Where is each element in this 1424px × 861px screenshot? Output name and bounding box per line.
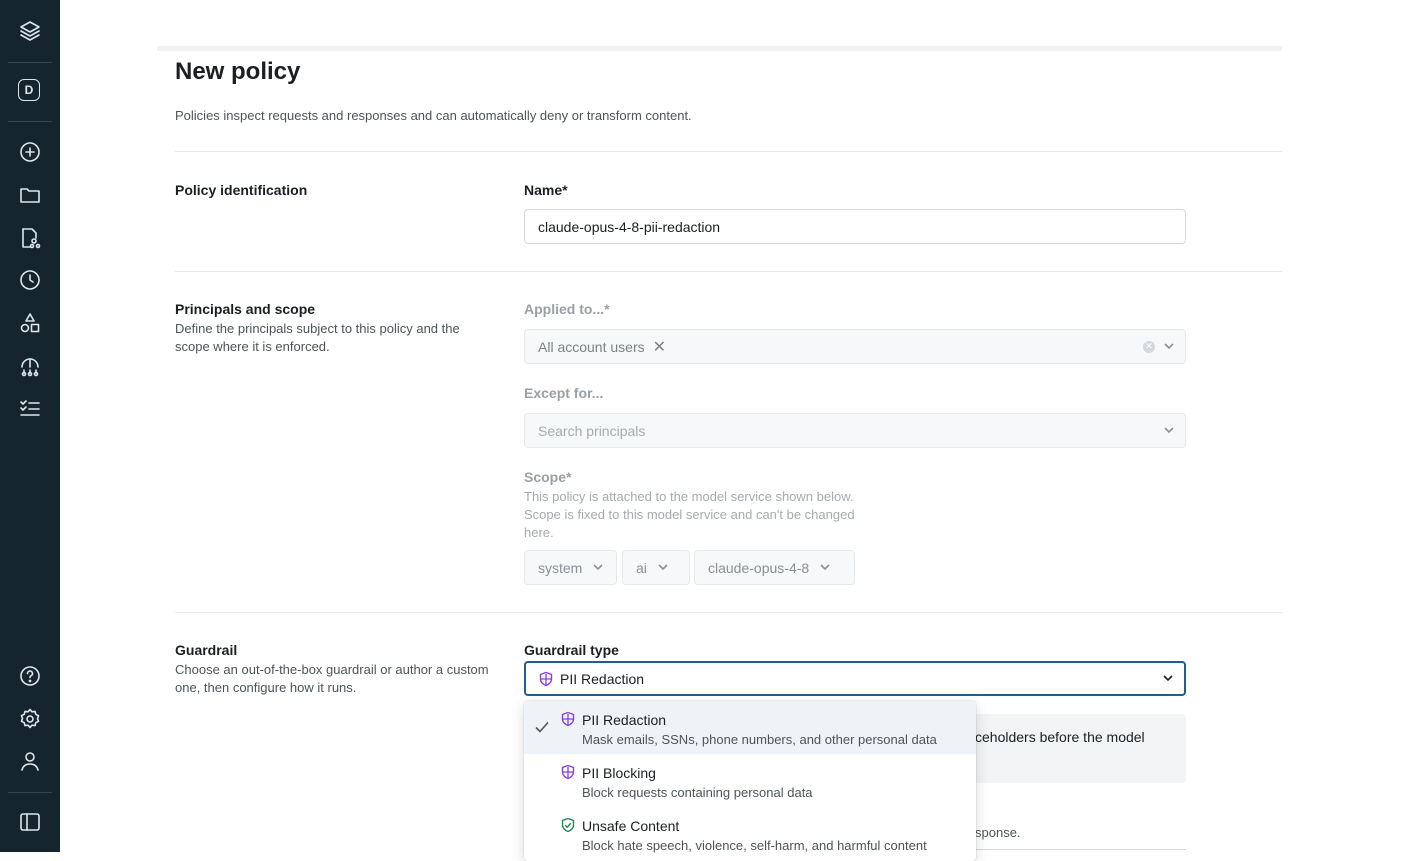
page-subtitle: Policies inspect requests and responses …: [175, 108, 692, 123]
guardrail-type-select[interactable]: PII Redaction: [524, 661, 1186, 696]
file-tree-icon[interactable]: [16, 224, 44, 252]
section-desc-guardrail: Choose an out-of-the-box guardrail or au…: [175, 662, 489, 695]
shield-icon: [560, 711, 576, 727]
scope-select-3[interactable]: claude-opus-4-8: [694, 550, 855, 585]
divider: [175, 151, 1282, 152]
guardrail-dropdown: PII Redaction Mask emails, SSNs, phone n…: [524, 701, 976, 861]
chevron-down-icon[interactable]: [1163, 423, 1175, 439]
scope-select-1[interactable]: system: [524, 550, 617, 585]
divider: [175, 612, 1282, 613]
scope-value: ai: [636, 559, 647, 576]
scope-value: claude-opus-4-8: [708, 559, 810, 576]
workspace-badge[interactable]: D: [18, 79, 40, 101]
applied-to-select[interactable]: All account users ✕ ✕: [524, 329, 1186, 364]
chevron-down-icon: [657, 560, 669, 576]
guardrail-option-unsafe-content[interactable]: Unsafe Content Block hate speech, violen…: [524, 807, 976, 860]
section-title-guardrail: Guardrail: [175, 642, 238, 658]
name-label: Name*: [524, 182, 568, 198]
scope-select-2[interactable]: ai: [622, 550, 690, 585]
settings-icon[interactable]: [16, 705, 44, 733]
divider: [175, 271, 1282, 272]
sidebar: D: [0, 0, 60, 852]
chevron-down-icon: [592, 560, 604, 576]
name-value: claude-opus-4-8-pii-redaction: [538, 218, 721, 235]
layers-logo-icon[interactable]: [16, 17, 44, 45]
folder-icon[interactable]: [16, 181, 44, 209]
top-strip: [157, 46, 1282, 51]
panel-toggle-icon[interactable]: [16, 808, 44, 836]
option-name: PII Blocking: [582, 765, 656, 781]
scope-value: system: [538, 559, 583, 576]
page-title: New policy: [175, 58, 301, 85]
guardrail-type-label: Guardrail type: [524, 642, 619, 658]
guardrail-option-pii-blocking[interactable]: PII Blocking Block requests containing p…: [524, 754, 976, 807]
section-title-identification: Policy identification: [175, 182, 308, 198]
shield-icon: [560, 764, 576, 780]
scope-desc: This policy is attached to the model ser…: [524, 489, 855, 540]
shield-check-icon: [560, 817, 576, 833]
section-desc-principals: Define the principals subject to this po…: [175, 321, 460, 354]
option-desc: Block hate speech, violence, self-harm, …: [582, 838, 927, 853]
name-input[interactable]: claude-opus-4-8-pii-redaction: [524, 209, 1186, 244]
shapes-icon[interactable]: [16, 309, 44, 337]
chevron-down-icon: [819, 560, 831, 576]
scope-label: Scope*: [524, 469, 572, 485]
principal-chip: All account users ✕: [538, 337, 666, 357]
chevron-down-icon[interactable]: [1162, 671, 1174, 687]
option-name: PII Redaction: [582, 712, 667, 728]
remove-chip-icon[interactable]: ✕: [653, 337, 666, 357]
guardrail-selected: PII Redaction: [560, 670, 645, 687]
hierarchy-icon[interactable]: [16, 352, 44, 380]
shield-icon: [539, 671, 553, 686]
principal-chip-label: All account users: [538, 338, 645, 355]
sidebar-divider: [8, 62, 52, 63]
section-title-principals: Principals and scope: [175, 301, 316, 317]
guardrail-info-text-2: sponse.: [975, 825, 1021, 840]
guardrail-info-box: [960, 714, 1186, 783]
guardrail-option-pii-redaction[interactable]: PII Redaction Mask emails, SSNs, phone n…: [524, 701, 976, 754]
except-for-label: Except for...: [524, 385, 604, 401]
except-for-select[interactable]: Search principals: [524, 413, 1186, 448]
sidebar-divider: [8, 792, 52, 793]
help-icon[interactable]: [16, 662, 44, 690]
chevron-down-icon[interactable]: [1163, 339, 1175, 355]
option-name: Unsafe Content: [582, 818, 680, 834]
check-icon: [534, 719, 550, 735]
option-desc: Block requests containing personal data: [582, 785, 813, 800]
add-circle-icon[interactable]: [16, 138, 44, 166]
option-desc: Mask emails, SSNs, phone numbers, and ot…: [582, 732, 937, 747]
clear-icon[interactable]: ✕: [1143, 340, 1155, 353]
user-icon[interactable]: [16, 747, 44, 775]
checklist-icon[interactable]: [16, 394, 44, 422]
applied-to-label: Applied to...*: [524, 301, 610, 317]
sidebar-divider: [8, 121, 52, 122]
field-underline: [960, 849, 1186, 850]
guardrail-info-text: ceholders before the model: [975, 729, 1145, 745]
history-icon[interactable]: [16, 266, 44, 294]
except-placeholder: Search principals: [538, 422, 646, 439]
